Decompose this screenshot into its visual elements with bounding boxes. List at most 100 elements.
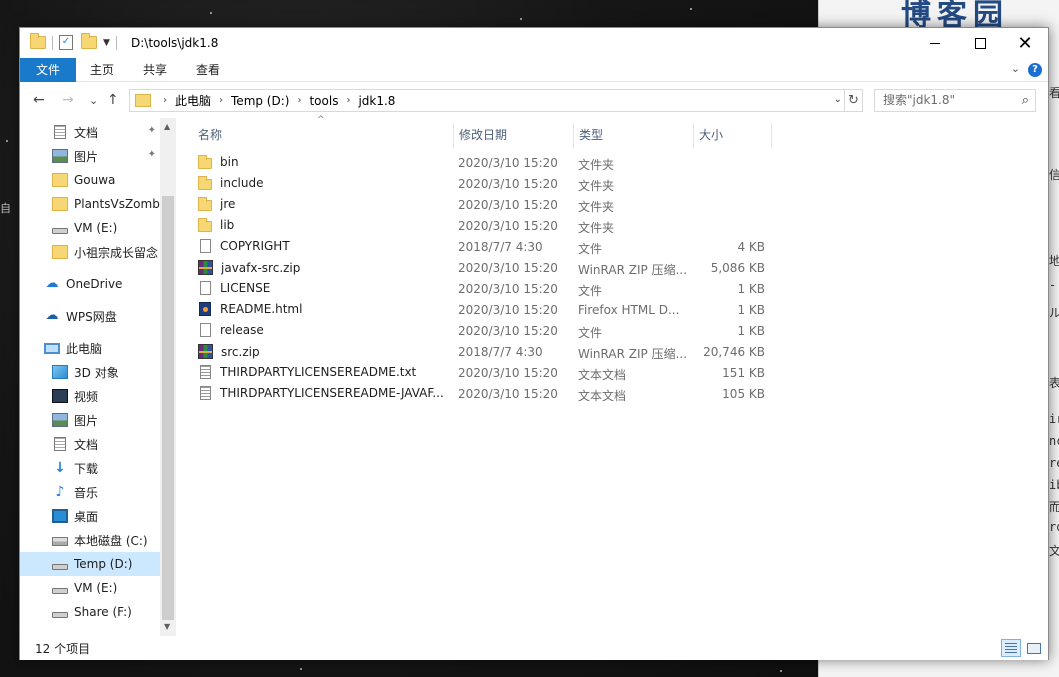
column-header-type[interactable]: 类型 <box>573 123 693 148</box>
divider <box>52 35 53 50</box>
sidebar-item-vm-drive-quick[interactable]: VM (E:) <box>20 216 160 240</box>
close-button[interactable]: ✕ <box>1002 28 1048 58</box>
pin-icon[interactable]: ✦ <box>148 149 156 160</box>
ribbon-tabs: 文件 主页 共享 查看 ⌄ ? <box>20 58 1048 82</box>
sidebar-item-pictures[interactable]: 图片 <box>20 408 160 432</box>
sidebar-item-documents-pinned[interactable]: 文档 ✦ <box>20 120 160 144</box>
sidebar-item-memories[interactable]: 小祖宗成长留念 <box>20 240 160 264</box>
table-row[interactable]: javafx-src.zip 2020/3/10 15:20 WinRAR ZI… <box>176 257 776 278</box>
navigation-scrollbar[interactable]: ▲ ▼ <box>160 118 176 636</box>
recent-locations-button[interactable]: ⌄ <box>89 94 98 107</box>
sidebar-item-drive-d[interactable]: Temp (D:) <box>20 552 160 576</box>
cloud-icon: ☁ <box>45 276 59 291</box>
file-list: ^ 名称 修改日期 类型 大小 bin 2020/3/10 15:20 文件夹 … <box>176 115 1048 636</box>
table-row[interactable]: src.zip 2018/7/7 4:30 WinRAR ZIP 压缩... 2… <box>176 341 776 362</box>
sidebar-item-videos[interactable]: 视频 <box>20 384 160 408</box>
sidebar-item-desktop[interactable]: 桌面 <box>20 504 160 528</box>
table-row[interactable]: README.html 2020/3/10 15:20 Firefox HTML… <box>176 299 776 320</box>
breadcrumb-temp-drive[interactable]: Temp (D:) <box>231 94 289 108</box>
chevron-down-icon[interactable]: ▼ <box>103 38 110 48</box>
window-title: D:\tools\jdk1.8 <box>131 36 219 50</box>
back-button[interactable]: ← <box>33 92 45 108</box>
sidebar-item-drive-e[interactable]: VM (E:) <box>20 576 160 600</box>
sidebar-item-wps-drive[interactable]: ☁ WPS网盘 <box>20 304 160 328</box>
breadcrumb-tools[interactable]: tools <box>309 94 338 108</box>
table-row[interactable]: THIRDPARTYLICENSEREADME-JAVAF... 2020/3/… <box>176 383 776 404</box>
scrollbar-thumb[interactable] <box>162 196 174 620</box>
sidebar-item-label: VM (E:) <box>74 581 118 595</box>
sidebar-item-3d-objects[interactable]: 3D 对象 <box>20 360 160 384</box>
forward-button[interactable]: → <box>62 92 74 108</box>
maximize-button[interactable] <box>957 28 1003 58</box>
breadcrumb-separator-icon[interactable]: › <box>219 95 223 106</box>
zip-icon <box>198 344 213 359</box>
text-file-icon <box>200 386 211 400</box>
sidebar-item-drive-f[interactable]: Share (F:) <box>20 600 160 624</box>
star <box>690 8 692 10</box>
background-text: - <box>1049 278 1057 292</box>
drive-icon <box>52 228 68 234</box>
column-header-size[interactable]: 大小 <box>693 123 772 148</box>
sidebar-item-drive-c[interactable]: 本地磁盘 (C:) <box>20 528 160 552</box>
blog-title: 博客园 <box>901 0 1009 33</box>
folder-icon <box>198 176 212 190</box>
new-folder-icon[interactable] <box>81 33 97 49</box>
help-icon[interactable]: ? <box>1028 63 1042 77</box>
folder-icon <box>198 218 212 232</box>
table-row[interactable]: THIRDPARTYLICENSEREADME.txt 2020/3/10 15… <box>176 362 776 383</box>
tab-home[interactable]: 主页 <box>80 58 124 82</box>
breadcrumb-jdk[interactable]: jdk1.8 <box>358 94 395 108</box>
file-name: release <box>220 323 264 337</box>
sidebar-item-label: 文档 <box>74 125 99 140</box>
sidebar-item-this-pc[interactable]: 此电脑 <box>20 336 160 360</box>
table-row[interactable]: LICENSE 2020/3/10 15:20 文件 1 KB <box>176 278 776 299</box>
tab-file[interactable]: 文件 <box>20 58 76 82</box>
refresh-button[interactable]: ↻ <box>844 90 862 111</box>
search-input[interactable]: 搜索"jdk1.8" ⌕ <box>874 89 1036 112</box>
sidebar-item-label: 图片 <box>74 413 99 428</box>
check-icon[interactable]: ✓ <box>59 35 73 50</box>
expand-ribbon-icon[interactable]: ⌄ <box>1011 62 1020 75</box>
folder-icon <box>198 155 212 169</box>
table-row[interactable]: jre 2020/3/10 15:20 文件夹 <box>176 194 776 215</box>
sidebar-item-plantsvszombies[interactable]: PlantsVsZombi <box>20 192 160 216</box>
pin-icon[interactable]: ✦ <box>148 125 156 136</box>
table-row[interactable]: bin 2020/3/10 15:20 文件夹 <box>176 152 776 173</box>
minimize-button[interactable] <box>912 28 958 58</box>
tab-view[interactable]: 查看 <box>186 58 230 82</box>
file-date: 2020/3/10 15:20 <box>458 324 558 338</box>
title-bar[interactable]: ✓ ▼ D:\tools\jdk1.8 ✕ <box>20 28 1048 58</box>
table-row[interactable]: COPYRIGHT 2018/7/7 4:30 文件 4 KB <box>176 236 776 257</box>
address-bar[interactable]: › 此电脑 › Temp (D:) › tools › jdk1.8 ⌄ ↻ <box>129 89 863 112</box>
column-header-date-modified[interactable]: 修改日期 <box>453 123 573 148</box>
search-icon[interactable]: ⌕ <box>1022 90 1029 111</box>
sidebar-item-onedrive[interactable]: ☁ OneDrive <box>20 272 160 296</box>
breadcrumb-separator-icon[interactable]: › <box>297 95 301 106</box>
sidebar-item-gouwa[interactable]: Gouwa <box>20 168 160 192</box>
file-name: COPYRIGHT <box>220 239 290 253</box>
breadcrumb-this-pc[interactable]: 此电脑 <box>175 92 211 109</box>
picture-icon <box>52 149 68 163</box>
table-row[interactable]: include 2020/3/10 15:20 文件夹 <box>176 173 776 194</box>
sidebar-item-pictures-pinned[interactable]: 图片 ✦ <box>20 144 160 168</box>
address-dropdown-icon[interactable]: ⌄ <box>834 94 842 105</box>
search-placeholder: 搜索"jdk1.8" <box>883 93 956 107</box>
file-name: jre <box>220 197 236 211</box>
scroll-down-icon[interactable]: ▼ <box>164 622 170 631</box>
background-text: ro <box>1049 520 1059 534</box>
sidebar-item-music[interactable]: ♪ 音乐 <box>20 480 160 504</box>
scroll-up-icon[interactable]: ▲ <box>164 122 170 131</box>
details-view-icon[interactable] <box>1001 639 1021 657</box>
table-row[interactable]: lib 2020/3/10 15:20 文件夹 <box>176 215 776 236</box>
file-date: 2020/3/10 15:20 <box>458 219 558 233</box>
table-row[interactable]: release 2020/3/10 15:20 文件 1 KB <box>176 320 776 341</box>
sidebar-item-documents[interactable]: 文档 <box>20 432 160 456</box>
sidebar-item-downloads[interactable]: ↓ 下载 <box>20 456 160 480</box>
file-date: 2020/3/10 15:20 <box>458 282 558 296</box>
breadcrumb-separator-icon[interactable]: › <box>346 95 350 106</box>
large-icons-view-icon[interactable] <box>1023 639 1043 657</box>
up-button[interactable]: ↑ <box>107 92 119 108</box>
tab-share[interactable]: 共享 <box>133 58 177 82</box>
column-header-name[interactable]: 名称 <box>176 123 453 148</box>
file-date: 2018/7/7 4:30 <box>458 345 543 359</box>
